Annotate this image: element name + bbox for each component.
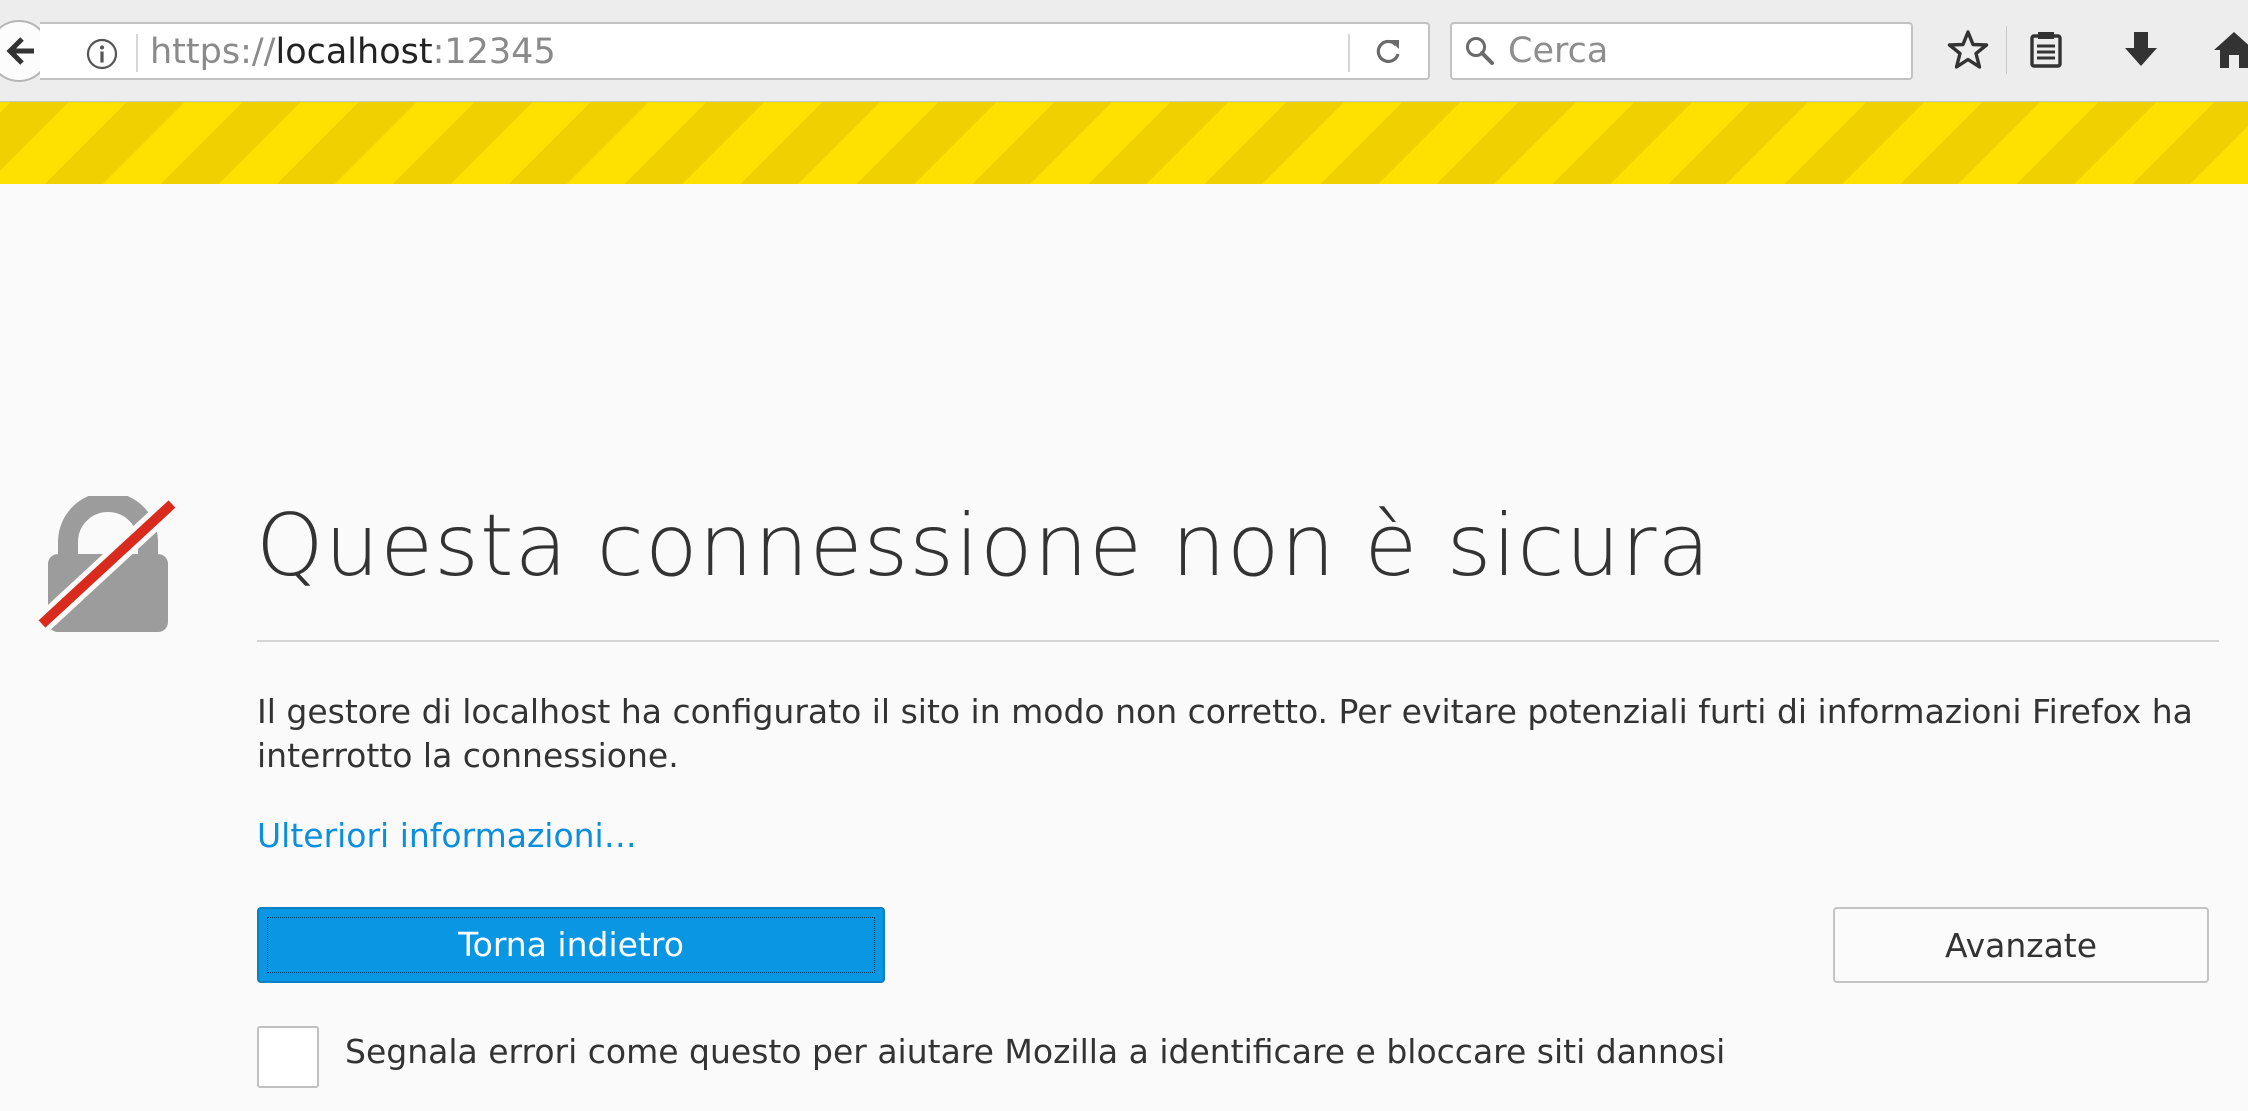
url-separator xyxy=(1348,34,1350,72)
advanced-button[interactable]: Avanzate xyxy=(1833,907,2209,983)
reload-icon[interactable] xyxy=(1372,36,1404,68)
learn-more-link[interactable]: Ulteriori informazioni… xyxy=(257,814,637,858)
report-errors-label[interactable]: Segnala errori come questo per aiutare M… xyxy=(345,1030,1725,1074)
search-icon xyxy=(1466,37,1494,65)
page-title: Questa connessione non è sicura xyxy=(256,496,1712,596)
arrow-left-icon xyxy=(6,37,34,65)
go-back-button[interactable]: Torna indietro xyxy=(257,907,885,983)
url-port: :12345 xyxy=(432,32,556,72)
url-bar[interactable]: https://localhost:12345 xyxy=(40,22,1430,80)
toolbar-separator xyxy=(2006,26,2007,74)
insecure-warning-stripe xyxy=(0,102,2248,184)
title-divider xyxy=(257,640,2219,642)
search-bar[interactable] xyxy=(1450,22,1913,80)
browser-toolbar: https://localhost:12345 xyxy=(0,0,2248,102)
home-icon[interactable] xyxy=(2212,28,2248,72)
library-icon[interactable] xyxy=(2026,28,2066,72)
broken-lock-icon xyxy=(38,496,179,632)
url-scheme: https:// xyxy=(150,32,276,72)
report-errors-checkbox[interactable] xyxy=(257,1026,319,1088)
download-icon[interactable] xyxy=(2121,28,2161,72)
error-description: Il gestore di localhost ha configurato i… xyxy=(257,692,2193,775)
url-separator xyxy=(136,34,138,72)
star-icon[interactable] xyxy=(1946,28,1990,72)
info-icon[interactable] xyxy=(86,38,118,70)
url-text[interactable]: https://localhost:12345 xyxy=(150,32,556,72)
url-host: localhost xyxy=(275,32,433,72)
search-input[interactable] xyxy=(1508,28,1898,74)
go-back-label: Torna indietro xyxy=(458,925,684,964)
